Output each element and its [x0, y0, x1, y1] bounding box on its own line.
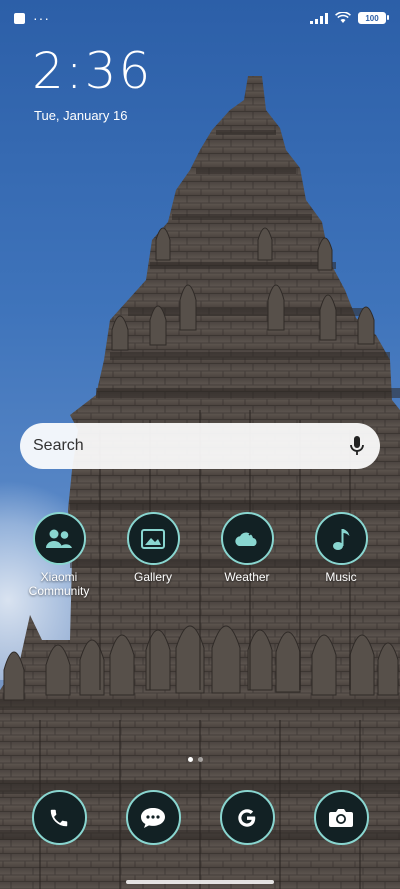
app-icon-circle[interactable] — [314, 512, 368, 565]
dock-google[interactable] — [207, 790, 287, 845]
dock-phone[interactable] — [19, 790, 99, 845]
app-gallery[interactable]: Gallery — [113, 512, 193, 584]
page-indicator — [188, 757, 203, 762]
app-icon-circle[interactable] — [32, 512, 86, 565]
app-label: Weather — [224, 570, 270, 584]
notification-area: ··· — [14, 11, 50, 25]
search-bar[interactable]: Search — [20, 423, 380, 469]
battery-icon: 100 — [358, 12, 389, 24]
clock-date[interactable]: Tue, January 16 — [34, 108, 127, 123]
home-indicator-bar[interactable] — [126, 880, 274, 884]
clock-time[interactable]: 2:36 — [32, 46, 152, 96]
community-people-icon — [46, 529, 72, 548]
google-g-icon — [238, 808, 256, 827]
square-notification-icon — [14, 12, 25, 24]
dock-camera[interactable] — [301, 790, 381, 845]
app-xiaomi-community[interactable]: Xiaomi Community — [19, 512, 99, 598]
app-label: Xiaomi Community — [28, 570, 90, 598]
app-music[interactable]: Music — [301, 512, 381, 584]
wifi-icon — [335, 12, 351, 23]
app-weather[interactable]: Weather — [207, 512, 287, 584]
status-bar: ··· 100 — [0, 0, 400, 36]
message-bubble-icon — [141, 807, 165, 828]
search-placeholder: Search — [33, 437, 84, 454]
microphone-icon[interactable] — [348, 435, 366, 457]
phone-icon — [50, 809, 68, 826]
page-dot — [198, 757, 203, 762]
page-dot-active — [188, 757, 193, 762]
system-icons: 100 — [310, 12, 389, 24]
app-label: Gallery — [133, 570, 172, 584]
signal-icon — [310, 12, 328, 24]
app-label: Music — [325, 570, 357, 584]
app-icon-circle[interactable] — [126, 512, 180, 565]
weather-cloud-icon — [235, 532, 257, 546]
dock-messaging[interactable] — [113, 790, 193, 845]
app-icon-circle[interactable] — [125, 790, 181, 845]
app-icon-circle[interactable] — [313, 790, 369, 845]
app-icon-circle[interactable] — [31, 790, 87, 845]
app-icon-circle[interactable] — [220, 512, 274, 565]
app-icon-circle[interactable] — [219, 790, 275, 845]
camera-icon — [329, 808, 353, 827]
music-note-icon — [333, 528, 350, 550]
more-notifications-icon: ··· — [33, 10, 50, 26]
gallery-picture-icon — [141, 528, 165, 549]
